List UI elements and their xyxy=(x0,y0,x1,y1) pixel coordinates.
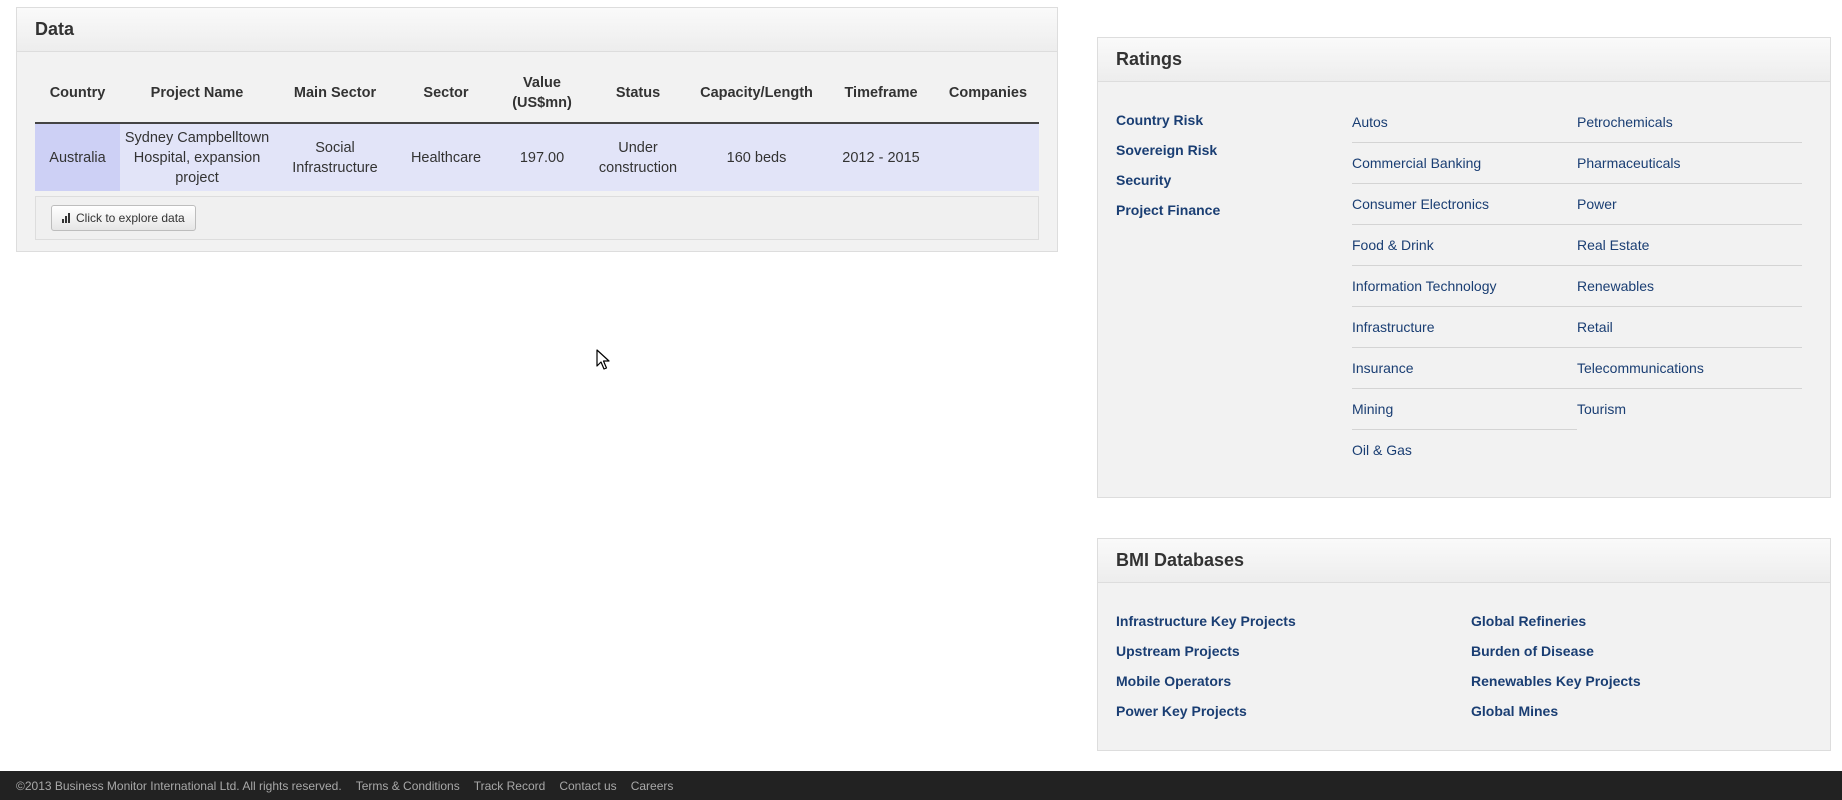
footer-copyright: ©2013 Business Monitor International Ltd… xyxy=(16,778,342,793)
explore-data-button-label: Click to explore data xyxy=(76,211,185,225)
link-project-finance[interactable]: Project Finance xyxy=(1116,202,1220,218)
cell-country: Australia xyxy=(35,123,120,191)
cell-main-sector: Social Infrastructure xyxy=(274,123,396,191)
bar-chart-icon xyxy=(62,213,70,223)
link-petrochemicals[interactable]: Petrochemicals xyxy=(1577,114,1673,130)
link-real-estate[interactable]: Real Estate xyxy=(1577,237,1649,253)
link-upstream-projects[interactable]: Upstream Projects xyxy=(1116,643,1240,659)
col-header-companies[interactable]: Companies xyxy=(937,64,1039,124)
link-country-risk[interactable]: Country Risk xyxy=(1116,112,1203,128)
ratings-title: Ratings xyxy=(1098,38,1830,82)
link-infrastructure[interactable]: Infrastructure xyxy=(1352,319,1434,335)
cell-companies xyxy=(937,123,1039,191)
table-row[interactable]: Australia Sydney Campbelltown Hospital, … xyxy=(35,123,1039,191)
mouse-cursor-icon xyxy=(596,349,610,370)
link-telecommunications[interactable]: Telecommunications xyxy=(1577,360,1704,376)
link-retail[interactable]: Retail xyxy=(1577,319,1613,335)
col-header-timeframe[interactable]: Timeframe xyxy=(825,64,937,124)
link-sovereign-risk[interactable]: Sovereign Risk xyxy=(1116,142,1217,158)
col-header-project-name[interactable]: Project Name xyxy=(120,64,274,124)
cell-timeframe: 2012 - 2015 xyxy=(825,123,937,191)
link-security[interactable]: Security xyxy=(1116,172,1171,188)
data-panel-title: Data xyxy=(17,8,1057,52)
link-mobile-operators[interactable]: Mobile Operators xyxy=(1116,673,1231,689)
footer-link-contact[interactable]: Contact us xyxy=(559,779,616,793)
link-renewables[interactable]: Renewables xyxy=(1577,278,1654,294)
data-panel: Data Country Project Name Main Sector Se… xyxy=(16,7,1058,252)
link-global-mines[interactable]: Global Mines xyxy=(1471,703,1558,719)
ratings-panel: Ratings Country Risk Sovereign Risk Secu… xyxy=(1097,37,1831,498)
explore-data-button[interactable]: Click to explore data xyxy=(51,205,196,231)
link-autos[interactable]: Autos xyxy=(1352,114,1388,130)
col-header-value[interactable]: Value (US$mn) xyxy=(496,64,588,124)
footer-link-terms[interactable]: Terms & Conditions xyxy=(356,779,460,793)
cell-capacity: 160 beds xyxy=(688,123,825,191)
link-mining[interactable]: Mining xyxy=(1352,401,1393,417)
bmi-column-1: Infrastructure Key Projects Upstream Pro… xyxy=(1116,611,1296,731)
projects-table: Country Project Name Main Sector Sector … xyxy=(35,64,1039,191)
link-oil-gas[interactable]: Oil & Gas xyxy=(1352,442,1412,458)
explore-bar: Click to explore data xyxy=(35,196,1039,240)
link-burden-of-disease[interactable]: Burden of Disease xyxy=(1471,643,1594,659)
link-commercial-banking[interactable]: Commercial Banking xyxy=(1352,155,1481,171)
footer-link-track-record[interactable]: Track Record xyxy=(474,779,546,793)
col-header-capacity[interactable]: Capacity/Length xyxy=(688,64,825,124)
footer-link-careers[interactable]: Careers xyxy=(631,779,674,793)
col-header-main-sector[interactable]: Main Sector xyxy=(274,64,396,124)
col-header-status[interactable]: Status xyxy=(588,64,688,124)
cell-project-name: Sydney Campbelltown Hospital, expansion … xyxy=(120,123,274,191)
bmi-databases-title: BMI Databases xyxy=(1098,539,1830,583)
link-renewables-key-projects[interactable]: Renewables Key Projects xyxy=(1471,673,1641,689)
link-food-drink[interactable]: Food & Drink xyxy=(1352,237,1434,253)
ratings-industry-column-1: Autos Commercial Banking Consumer Electr… xyxy=(1352,102,1577,471)
col-header-sector[interactable]: Sector xyxy=(396,64,496,124)
link-consumer-electronics[interactable]: Consumer Electronics xyxy=(1352,196,1489,212)
link-information-technology[interactable]: Information Technology xyxy=(1352,278,1497,294)
cell-sector: Healthcare xyxy=(396,123,496,191)
link-power[interactable]: Power xyxy=(1577,196,1617,212)
cell-value: 197.00 xyxy=(496,123,588,191)
link-pharmaceuticals[interactable]: Pharmaceuticals xyxy=(1577,155,1681,171)
ratings-main-links: Country Risk Sovereign Risk Security Pro… xyxy=(1116,110,1336,230)
link-global-refineries[interactable]: Global Refineries xyxy=(1471,613,1586,629)
ratings-industry-column-2: Petrochemicals Pharmaceuticals Power Rea… xyxy=(1577,102,1802,430)
link-tourism[interactable]: Tourism xyxy=(1577,401,1626,417)
bmi-databases-panel: BMI Databases Infrastructure Key Project… xyxy=(1097,538,1831,751)
link-power-key-projects[interactable]: Power Key Projects xyxy=(1116,703,1247,719)
cell-status: Under construction xyxy=(588,123,688,191)
footer: ©2013 Business Monitor International Ltd… xyxy=(0,771,1842,800)
link-insurance[interactable]: Insurance xyxy=(1352,360,1413,376)
link-infrastructure-key-projects[interactable]: Infrastructure Key Projects xyxy=(1116,613,1296,629)
col-header-country[interactable]: Country xyxy=(35,64,120,124)
bmi-column-2: Global Refineries Burden of Disease Rene… xyxy=(1471,611,1641,731)
table-header-row: Country Project Name Main Sector Sector … xyxy=(35,64,1039,124)
